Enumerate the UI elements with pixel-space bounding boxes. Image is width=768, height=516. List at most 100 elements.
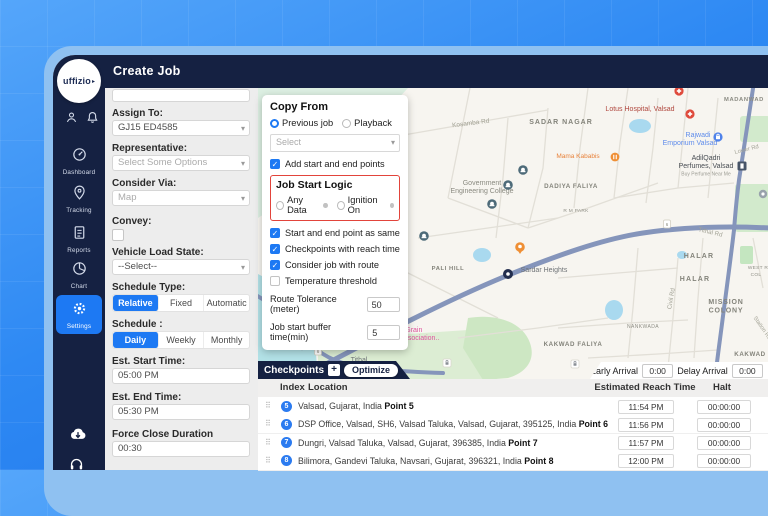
schedule-segmented: DailyWeeklyMonthly — [112, 331, 250, 349]
optimize-button[interactable]: Optimize — [344, 364, 398, 377]
early-arrival-input[interactable]: 0:00 — [642, 364, 673, 378]
delay-arrival-label: Delay Arrival — [677, 366, 728, 376]
assign-to-select[interactable]: GJ15 ED4585▾ — [112, 120, 250, 136]
representative-label: Representative: — [112, 143, 187, 154]
halt-input[interactable]: 00:00:00 — [697, 454, 751, 468]
chevron-down-icon: ▾ — [241, 261, 245, 275]
checkbox-checked-icon: ✓ — [270, 159, 280, 169]
route-tolerance-input[interactable]: 50 — [367, 297, 400, 312]
map-label: DADIYA FALIYA — [544, 183, 598, 190]
shop-marker — [713, 132, 722, 141]
panel-checkbox[interactable]: Temperature threshold — [270, 276, 400, 286]
map-label: R M PARK — [563, 208, 589, 214]
map-label: Buy Perfume Near Me — [681, 172, 731, 178]
convey-checkbox[interactable] — [112, 229, 124, 241]
mosque-marker — [419, 231, 429, 241]
schedule-option[interactable]: Daily — [113, 332, 159, 348]
est-start-time-label: Est. Start Time: — [112, 356, 185, 367]
delay-arrival-input[interactable]: 0:00 — [732, 364, 763, 378]
halt-input[interactable]: 00:00:00 — [697, 418, 751, 432]
reach-time-input[interactable]: 11:56 PM — [618, 418, 674, 432]
drag-handle-icon[interactable]: ⠿ — [265, 438, 271, 447]
info-dot-icon — [323, 203, 327, 208]
cloud-download-icon[interactable] — [68, 425, 88, 446]
panel-checkbox[interactable]: ✓Start and end point as same — [270, 228, 400, 238]
est-start-time-input[interactable]: 05:00 PM — [112, 368, 250, 384]
sidebar-item-chart[interactable]: Chart — [56, 260, 102, 290]
job-start-logic-highlight: Job Start Logic Any DataIgnition On — [270, 175, 400, 221]
user-icon[interactable] — [64, 110, 79, 130]
location-text: DSP Office, Valsad, SH6, Valsad Taluka, … — [298, 415, 608, 433]
map-label: Government — [463, 180, 502, 187]
map-label: Engineering College — [450, 188, 513, 195]
checkbox-checked-icon: ✓ — [270, 244, 280, 254]
map-label: COLONY — [709, 308, 744, 315]
radio-icon — [342, 119, 351, 128]
copy-source-radio[interactable]: Playback — [342, 118, 392, 128]
copy-source-radio[interactable]: Previous job — [270, 118, 333, 128]
representative-select[interactable]: Select Some Options▾ — [112, 155, 250, 171]
reach-time-input[interactable]: 12:00 PM — [618, 454, 674, 468]
buffer-time-input[interactable]: 5 — [367, 325, 400, 340]
checkbox-label: Checkpoints with reach time — [285, 244, 400, 254]
schedule-type-option[interactable]: Fixed — [159, 295, 205, 311]
consider-via-select[interactable]: Map▾ — [112, 190, 250, 206]
add-checkpoint-button[interactable]: + — [328, 364, 340, 376]
est-end-time-input[interactable]: 05:30 PM — [112, 404, 250, 420]
schedule-type-option[interactable]: Relative — [113, 295, 159, 311]
logo-text: uffizio — [63, 76, 91, 86]
buffer-time-row: Job start buffer time(min) 5 — [270, 322, 400, 342]
reach-time-input[interactable]: 11:54 PM — [618, 400, 674, 414]
table-row[interactable]: ⠿7Dungri, Valsad Taluka, Valsad, Gujarat… — [258, 434, 768, 453]
sidebar-item-dashboard[interactable]: Dashboard — [56, 146, 102, 176]
vehicle-load-state-select[interactable]: --Select--▾ — [112, 259, 250, 275]
halt-input[interactable]: 00:00:00 — [697, 400, 751, 414]
sidebar-item-settings[interactable]: Settings — [56, 295, 102, 334]
chevron-down-icon: ▾ — [391, 136, 395, 150]
job-start-logic-radio[interactable]: Ignition On — [337, 195, 394, 215]
schedule-option[interactable]: Weekly — [159, 332, 205, 348]
copy-from-title: Copy From — [270, 101, 400, 113]
map-label: Perfumes, Valsad — [679, 163, 734, 170]
force-close-duration-input[interactable]: 00:30 — [112, 441, 250, 457]
chart-icon — [71, 264, 88, 281]
copy-from-select[interactable]: Select▾ — [270, 134, 400, 152]
est-end-time-label: Est. End Time: — [112, 392, 181, 403]
table-row[interactable]: ⠿8Bilimora, Gandevi Taluka, Navsari, Guj… — [258, 452, 768, 471]
map-label: Rajwadi — [686, 132, 711, 139]
add-start-end-points-checkbox[interactable]: ✓ Add start and end points — [270, 159, 400, 169]
table-row[interactable]: ⠿5Valsad, Gujarat, India Point 511:54 PM… — [258, 397, 768, 416]
checkpoints-tab-label: Checkpoints — [264, 365, 324, 376]
drag-handle-icon[interactable]: ⠿ — [265, 456, 271, 465]
drag-handle-icon[interactable]: ⠿ — [265, 401, 271, 410]
schedule-type-option[interactable]: Automatic — [204, 295, 249, 311]
sidebar-item-reports[interactable]: Reports — [56, 224, 102, 254]
index-badge: 7 — [281, 437, 292, 448]
schedule-option[interactable]: Monthly — [204, 332, 249, 348]
reach-time-input[interactable]: 11:57 PM — [618, 436, 674, 450]
panel-checkbox[interactable]: ✓ Checkpoints with reach time — [270, 244, 400, 254]
convey-label: Convey: — [112, 216, 151, 227]
chevron-down-icon: ▾ — [241, 122, 245, 136]
map-label: MISSION — [708, 299, 743, 306]
headset-icon[interactable] — [68, 456, 85, 478]
map-label: PALI HILL — [432, 266, 465, 272]
index-badge: 5 — [281, 401, 292, 412]
map-label: Emporium Valsad — [663, 140, 718, 147]
brand-logo[interactable]: uffizio ▸ — [57, 59, 101, 103]
index-badge: 6 — [281, 419, 292, 430]
panel-checkbox[interactable]: ✓Consider job with route — [270, 260, 400, 270]
table-row[interactable]: ⠿ 6 DSP Office, Valsad, SH6, Valsad Taluka… — [258, 415, 768, 434]
page-title: Create Job — [113, 55, 181, 88]
sidebar-item-tracking[interactable]: Tracking — [56, 184, 102, 214]
job-start-logic-radio[interactable]: Any Data — [276, 195, 328, 215]
map-label: AdilQadri — [692, 155, 721, 162]
radio-label: Any Data — [287, 195, 320, 215]
checkpoints-tab[interactable]: Checkpoints + Optimize — [258, 361, 410, 379]
top-partial-input[interactable] — [112, 89, 250, 102]
chevron-down-icon: ▾ — [241, 157, 245, 171]
halt-input[interactable]: 00:00:00 — [697, 436, 751, 450]
drag-handle-icon[interactable]: ⠿ — [265, 419, 271, 428]
sidebar-top-icons — [62, 110, 102, 130]
notification-bell-icon[interactable] — [85, 110, 100, 130]
